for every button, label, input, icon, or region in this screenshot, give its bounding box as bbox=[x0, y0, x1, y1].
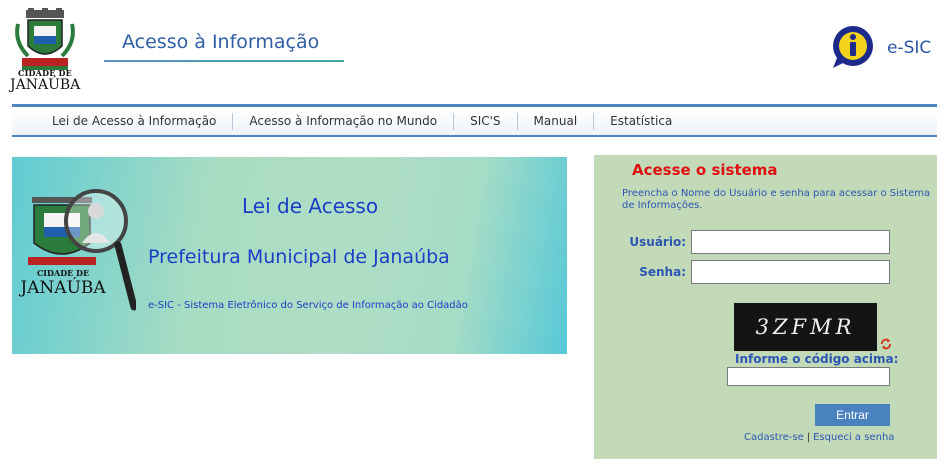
hero-banner: CIDADE DE JANAÚBA Lei de Acesso Prefeitu… bbox=[12, 157, 567, 354]
forgot-password-link[interactable]: Esqueci a senha bbox=[813, 432, 894, 443]
username-label: Usuário: bbox=[629, 235, 686, 249]
username-input[interactable] bbox=[691, 230, 890, 254]
crest-caption-city: JANAÚBA bbox=[10, 77, 81, 93]
captcha-text: 3ZFMR bbox=[755, 315, 856, 339]
nav-item-acesso-no-mundo[interactable]: Acesso à Informação no Mundo bbox=[233, 113, 455, 130]
banner-city-name: JANAÚBA bbox=[20, 278, 106, 298]
password-input[interactable] bbox=[691, 260, 890, 284]
refresh-icon[interactable] bbox=[880, 338, 892, 350]
site-title[interactable]: Acesso à Informação bbox=[122, 31, 319, 53]
esic-label[interactable]: e-SIC bbox=[887, 38, 931, 58]
nav-item-lei-de-acesso[interactable]: Lei de Acesso à Informação bbox=[36, 113, 234, 130]
page: CIDADE DE JANAÚBA Acesso à Informação e-… bbox=[0, 0, 943, 464]
info-bubble-icon[interactable] bbox=[829, 24, 875, 70]
nav-top-border bbox=[12, 104, 937, 107]
login-submit-button[interactable]: Entrar bbox=[815, 404, 890, 426]
login-description: Preencha o Nome do Usuário e senha para … bbox=[622, 188, 931, 211]
captcha-image: 3ZFMR bbox=[734, 303, 877, 351]
banner-heading: Lei de Acesso bbox=[242, 194, 379, 218]
captcha-input[interactable] bbox=[727, 367, 890, 386]
nav-item-estatistica[interactable]: Estatística bbox=[594, 113, 688, 130]
nav-item-sics[interactable]: SIC'S bbox=[454, 113, 518, 130]
captcha-label: Informe o código acima: bbox=[735, 352, 899, 366]
banner-city-top: CIDADE DE bbox=[36, 268, 90, 278]
nav-bottom-border bbox=[12, 135, 937, 137]
banner-subheading: Prefeitura Municipal de Janaúba bbox=[148, 246, 450, 268]
title-underline bbox=[104, 60, 344, 62]
link-separator: | bbox=[806, 432, 811, 443]
nav-item-manual[interactable]: Manual bbox=[518, 113, 595, 130]
login-links: Cadastre-se | Esqueci a senha bbox=[744, 432, 894, 443]
login-title: Acesse o sistema bbox=[632, 161, 778, 179]
banner-caption: e-SIC - Sistema Eletrônico do Serviço de… bbox=[148, 300, 468, 311]
main-nav: Lei de Acesso à Informação Acesso à Info… bbox=[12, 108, 937, 135]
register-link[interactable]: Cadastre-se bbox=[744, 432, 804, 443]
password-label: Senha: bbox=[639, 265, 686, 279]
login-panel: Acesse o sistema Preencha o Nome do Usuá… bbox=[594, 155, 937, 459]
